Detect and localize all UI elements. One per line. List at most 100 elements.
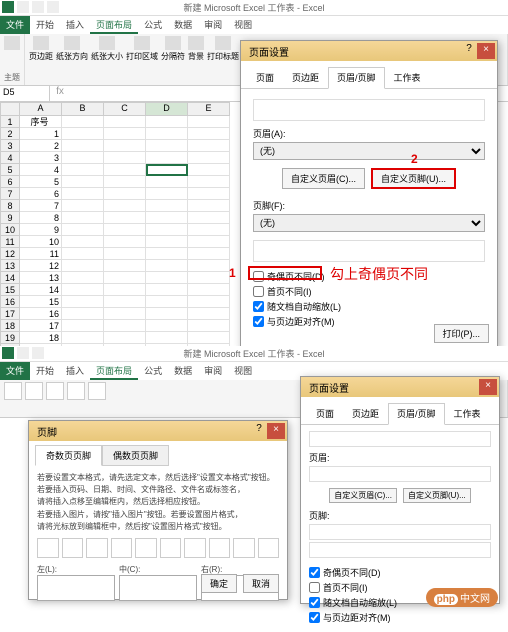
cell[interactable] — [104, 200, 146, 212]
cell[interactable] — [188, 320, 230, 332]
cell[interactable] — [62, 140, 104, 152]
close-icon[interactable]: × — [477, 43, 495, 59]
cell[interactable] — [62, 212, 104, 224]
cell[interactable] — [146, 248, 188, 260]
cell[interactable] — [188, 296, 230, 308]
cell[interactable]: 4 — [20, 164, 62, 176]
cell[interactable] — [188, 200, 230, 212]
format-picture-icon[interactable] — [258, 538, 280, 558]
tab-home[interactable]: 开始 — [30, 16, 60, 34]
cell[interactable]: 18 — [20, 332, 62, 344]
custom-footer-button-2[interactable]: 自定义页脚(U)... — [403, 488, 471, 503]
cell[interactable] — [146, 260, 188, 272]
btn-breaks[interactable]: 分隔符 — [161, 36, 185, 62]
cell[interactable] — [146, 212, 188, 224]
btn-orientation[interactable]: 纸张方向 — [56, 36, 88, 62]
tab-file-b[interactable]: 文件 — [0, 362, 30, 380]
cell[interactable] — [146, 164, 188, 176]
checkbox-奇偶页不同(D)[interactable]: 奇偶页不同(D) — [309, 566, 491, 579]
cell[interactable] — [104, 308, 146, 320]
tab-page-2[interactable]: 页面 — [307, 403, 343, 424]
format-text-icon[interactable] — [37, 538, 59, 558]
row-header[interactable]: 3 — [0, 140, 20, 152]
cell[interactable]: 11 — [20, 248, 62, 260]
cell[interactable] — [62, 176, 104, 188]
cell[interactable] — [188, 140, 230, 152]
tab-data-b[interactable]: 数据 — [168, 362, 198, 380]
btn-margins[interactable]: 页边距 — [29, 36, 53, 62]
cell[interactable] — [104, 224, 146, 236]
tab-view[interactable]: 视图 — [228, 16, 258, 34]
cell[interactable] — [146, 200, 188, 212]
cell[interactable]: 序号 — [20, 116, 62, 128]
cell[interactable] — [104, 176, 146, 188]
filename-icon[interactable] — [184, 538, 206, 558]
ribbon-btn[interactable] — [88, 382, 106, 400]
cell[interactable] — [188, 236, 230, 248]
cell[interactable] — [62, 296, 104, 308]
redo-icon[interactable] — [47, 1, 59, 13]
cell[interactable] — [146, 332, 188, 344]
cell[interactable] — [104, 332, 146, 344]
cell[interactable] — [146, 320, 188, 332]
save-icon[interactable] — [17, 1, 29, 13]
tab-sheet-2[interactable]: 工作表 — [445, 403, 490, 424]
cell[interactable] — [188, 128, 230, 140]
footer-dialog-titlebar[interactable]: 页脚 ? × — [29, 421, 287, 441]
cell[interactable]: 13 — [20, 272, 62, 284]
ribbon-btn[interactable] — [4, 382, 22, 400]
row-header[interactable]: 17 — [0, 308, 20, 320]
cell[interactable] — [62, 320, 104, 332]
btn-themes[interactable] — [4, 36, 20, 50]
cell[interactable] — [104, 248, 146, 260]
cell[interactable] — [62, 188, 104, 200]
tab-formulas-b[interactable]: 公式 — [138, 362, 168, 380]
cell[interactable]: 14 — [20, 284, 62, 296]
sheetname-icon[interactable] — [209, 538, 231, 558]
cell[interactable] — [146, 140, 188, 152]
row-header[interactable]: 7 — [0, 188, 20, 200]
row-header[interactable]: 16 — [0, 296, 20, 308]
cell[interactable] — [62, 332, 104, 344]
btn-background[interactable]: 背景 — [188, 36, 204, 62]
cell[interactable] — [62, 200, 104, 212]
close-icon[interactable]: × — [267, 423, 285, 439]
center-section-input[interactable] — [119, 575, 197, 601]
cell[interactable] — [104, 272, 146, 284]
tab-insert-b[interactable]: 插入 — [60, 362, 90, 380]
tab-formulas[interactable]: 公式 — [138, 16, 168, 34]
cell[interactable] — [188, 212, 230, 224]
cell[interactable] — [104, 164, 146, 176]
cell[interactable] — [104, 296, 146, 308]
cell[interactable] — [104, 320, 146, 332]
footer-select[interactable]: (无) — [253, 214, 485, 232]
cell[interactable] — [62, 260, 104, 272]
cell[interactable] — [188, 164, 230, 176]
tab-home-b[interactable]: 开始 — [30, 362, 60, 380]
cell[interactable]: 2 — [20, 140, 62, 152]
cell[interactable] — [188, 260, 230, 272]
col-header-b[interactable]: B — [62, 102, 104, 116]
cell[interactable]: 12 — [20, 260, 62, 272]
custom-footer-button[interactable]: 自定义页脚(U)... — [371, 168, 456, 189]
save-icon[interactable] — [17, 347, 29, 359]
cell[interactable] — [188, 224, 230, 236]
cell[interactable] — [188, 116, 230, 128]
tab-margins[interactable]: 页边距 — [283, 67, 328, 88]
cell[interactable] — [188, 272, 230, 284]
cell[interactable] — [104, 116, 146, 128]
ok-button[interactable]: 确定 — [201, 574, 237, 593]
cell[interactable] — [62, 152, 104, 164]
row-header[interactable]: 9 — [0, 212, 20, 224]
cell[interactable] — [188, 332, 230, 344]
cell[interactable] — [188, 176, 230, 188]
tab-review-b[interactable]: 审阅 — [198, 362, 228, 380]
cell[interactable]: 6 — [20, 188, 62, 200]
cell[interactable]: 8 — [20, 212, 62, 224]
cell[interactable] — [146, 224, 188, 236]
btn-printarea[interactable]: 打印区域 — [126, 36, 158, 62]
cell[interactable] — [188, 188, 230, 200]
cell[interactable]: 9 — [20, 224, 62, 236]
tab-even-footer[interactable]: 偶数页页脚 — [102, 445, 169, 466]
btn-printtitles[interactable]: 打印标题 — [207, 36, 239, 62]
